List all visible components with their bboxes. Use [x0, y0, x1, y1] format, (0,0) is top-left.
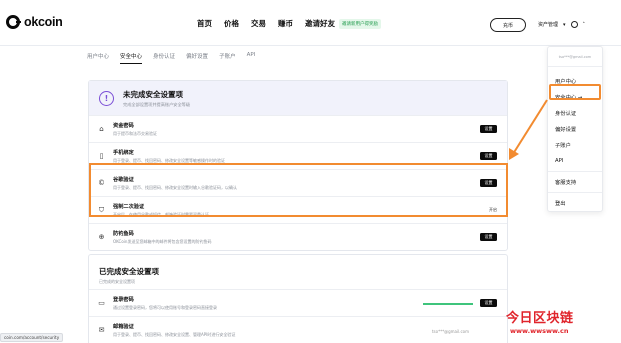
account-subnav: 用户中心 安全中心 身份认证 偏好设置 子账户 API — [87, 52, 255, 64]
completed-header: 已完成安全设置项 已完成的安全设置项 — [89, 255, 507, 289]
tab-user-center[interactable]: 用户中心 — [87, 52, 109, 64]
chevron-down-icon[interactable]: ▾ — [563, 22, 566, 28]
watermark: 今日区块链 www.wwsww.cn — [506, 307, 618, 341]
password-strength-bar — [423, 303, 473, 305]
row-login-password: ▭ 登录密码 通过设置登录密码，您将可以使用账号和登录密码直接登录 设置 — [89, 289, 507, 316]
tab-preferences[interactable]: 偏好设置 — [186, 52, 208, 64]
pending-header: ! 未完成安全设置项 完成全部设置项并提高账户安全等级 — [89, 81, 507, 115]
nav-item-trade[interactable]: 交易 — [251, 18, 266, 29]
set-phone-button[interactable]: 设置 — [480, 152, 497, 160]
row-desc: OKCoin发送至您邮箱中的邮件将包含您设置的防钓鱼码 — [113, 238, 212, 244]
tab-security-center[interactable]: 安全中心 — [120, 52, 143, 64]
watermark-url: www.wwsww.cn — [510, 327, 569, 335]
main-nav: 首页 价格 交易 赚币 邀请好友 邀请新用户得奖励 — [197, 18, 381, 29]
bound-email: tso***@gmail.com — [431, 329, 469, 334]
chevron-up-icon[interactable]: ˄ — [583, 22, 586, 28]
tab-identity[interactable]: 身份认证 — [153, 52, 175, 64]
user-icon[interactable] — [570, 21, 578, 28]
arrow-head — [509, 148, 519, 160]
arrow-line — [512, 99, 548, 155]
recharge-button[interactable]: 充币 — [490, 18, 526, 32]
row-title: 手机绑定 — [113, 149, 134, 156]
pending-title: 未完成安全设置项 — [123, 89, 183, 99]
pointer-arrow — [509, 99, 548, 160]
set-anti-phishing-button[interactable]: 设置 — [480, 233, 497, 241]
set-fund-password-button[interactable]: 设置 — [480, 125, 497, 133]
tab-sub-accounts[interactable]: 子账户 — [219, 52, 236, 64]
tab-api[interactable]: API — [247, 52, 256, 64]
menu-item-preferences[interactable]: 偏好设置 — [548, 121, 602, 137]
highlight-2fa-rows — [89, 163, 508, 217]
nav-item-prices[interactable]: 价格 — [224, 18, 239, 29]
warning-icon: ! — [99, 90, 114, 106]
menu-item-logout[interactable]: 登出 — [548, 195, 602, 211]
row-fund-password: ⌂ 资金密码 用于提币和法币交易验证 设置 — [89, 115, 507, 142]
menu-item-support[interactable]: 客服支持 — [548, 174, 602, 190]
row-email-verify: ✉ 邮箱验证 用于登录、提币、找回密码、修改安全设置、管理API时进行安全验证 … — [89, 316, 507, 343]
nav-item-earn[interactable]: 赚币 — [278, 18, 293, 29]
completed-title: 已完成安全设置项 — [99, 267, 159, 276]
menu-item-identity[interactable]: 身份认证 — [548, 105, 602, 121]
anti-phishing-icon: ⊕ — [98, 233, 105, 241]
completed-security-card: 已完成安全设置项 已完成的安全设置项 ▭ 登录密码 通过设置登录密码，您将可以使… — [88, 254, 508, 343]
row-desc: 通过设置登录密码，您将可以使用账号和登录密码直接登录 — [113, 304, 217, 310]
okcoin-logo-icon — [6, 15, 21, 29]
row-desc: 用于登录、提币、找回密码、修改安全设置、管理API时进行安全验证 — [113, 331, 236, 337]
dropdown-divider — [548, 171, 602, 172]
menu-item-api[interactable]: API — [548, 153, 602, 169]
nav-item-home[interactable]: 首页 — [197, 18, 212, 29]
highlight-security-center — [549, 84, 601, 100]
dropdown-divider — [548, 192, 602, 193]
pending-subtitle: 完成全部设置项并提高账户安全等级 — [123, 101, 191, 107]
row-title: 资金密码 — [113, 122, 134, 129]
account-menu: 资产管理 ▾ ˄ — [538, 21, 585, 28]
row-desc: 用于提币和法币交易验证 — [113, 130, 157, 136]
phone-icon: ▯ — [99, 152, 104, 160]
top-navigation: okcoin 首页 价格 交易 赚币 邀请好友 邀请新用户得奖励 充币 资产管理… — [0, 0, 621, 46]
lock-icon: ⌂ — [99, 125, 104, 133]
watermark-title: 今日区块链 — [506, 311, 574, 326]
okcoin-logo[interactable]: okcoin — [6, 15, 63, 29]
menu-item-sub-accounts[interactable]: 子账户 — [548, 137, 602, 153]
assets-menu[interactable]: 资产管理 — [538, 21, 558, 28]
completed-subtitle: 已完成的安全设置项 — [99, 279, 135, 284]
email-icon: ✉ — [98, 326, 105, 334]
login-password-icon: ▭ — [98, 299, 105, 307]
row-title: 防钓鱼码 — [113, 230, 134, 237]
row-title: 登录密码 — [113, 296, 134, 303]
row-title: 邮箱验证 — [113, 323, 134, 330]
invite-badge: 邀请新用户得奖励 — [339, 18, 381, 29]
dropdown-email: tso***@gmail.com — [548, 55, 602, 67]
account-dropdown: tso***@gmail.com 用户中心 安全中心 → 身份认证 偏好设置 子… — [547, 46, 603, 212]
row-anti-phishing: ⊕ 防钓鱼码 OKCoin发送至您邮箱中的邮件将包含您设置的防钓鱼码 设置 — [89, 223, 507, 250]
status-url: coin.com/account/security — [0, 333, 64, 342]
set-login-password-button[interactable]: 设置 — [480, 299, 497, 307]
nav-item-invite[interactable]: 邀请好友 — [305, 18, 335, 29]
logo-text: okcoin — [24, 15, 63, 29]
